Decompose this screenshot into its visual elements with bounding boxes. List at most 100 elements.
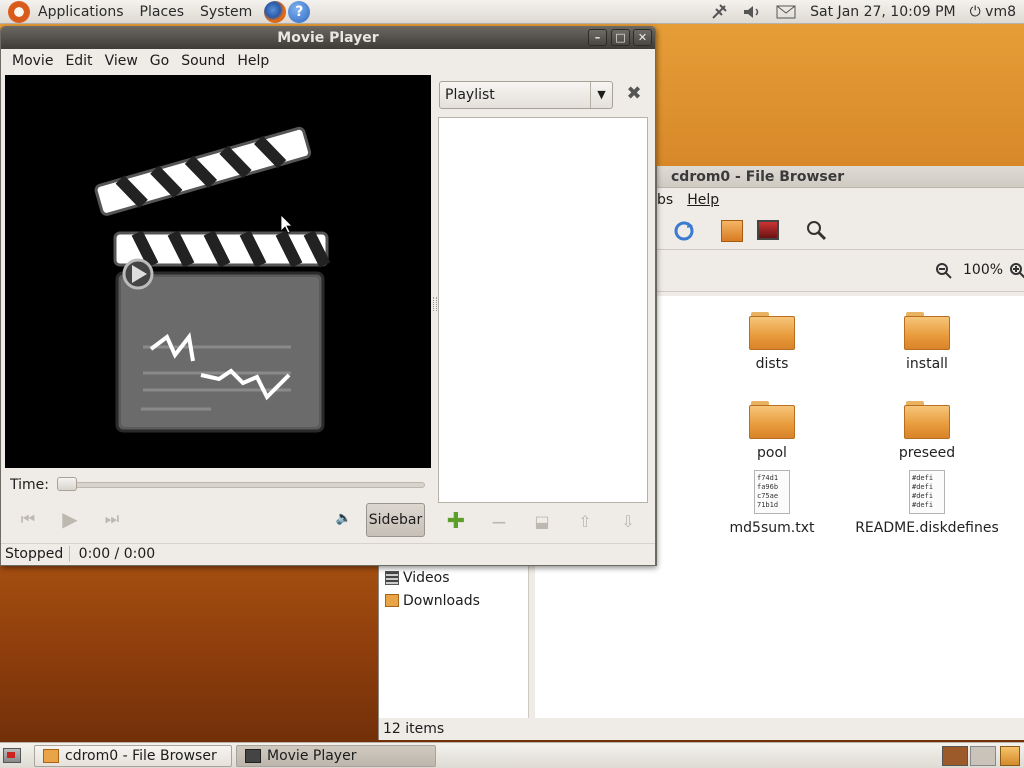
playlist-select-value: Playlist — [445, 87, 495, 103]
clapperboard-icon — [245, 749, 261, 763]
file-browser-menubar: bs Help — [657, 188, 1024, 212]
task-label: Movie Player — [267, 748, 357, 764]
playlist-list[interactable] — [438, 117, 648, 503]
places-sidebar: Videos Downloads — [379, 566, 529, 718]
zoom-in-icon[interactable] — [1009, 262, 1024, 280]
video-area[interactable] — [5, 75, 431, 468]
computer-icon[interactable] — [757, 220, 779, 240]
seek-bar[interactable] — [57, 482, 425, 488]
playback-status: Stopped — [1, 546, 71, 562]
downloads-folder-icon — [385, 594, 399, 607]
file-browser-lower: Videos Downloads 12 items — [378, 566, 1024, 740]
search-icon[interactable] — [805, 219, 827, 241]
menu-sound[interactable]: Sound — [175, 53, 231, 69]
seek-handle[interactable] — [57, 477, 77, 491]
time-label: Time: — [10, 477, 49, 493]
status-bar: Stopped 0:00 / 0:00 — [1, 543, 655, 565]
system-menu[interactable]: System — [192, 0, 260, 24]
clock[interactable]: Sat Jan 27, 10:09 PM — [810, 4, 955, 20]
task-file-browser[interactable]: cdrom0 - File Browser — [34, 745, 232, 767]
menu-tabs-partial[interactable]: bs — [657, 188, 687, 212]
folder-icon — [749, 312, 795, 350]
pane-handle[interactable] — [433, 297, 437, 311]
menu-help[interactable]: Help — [687, 188, 719, 212]
mouse-cursor-icon — [280, 214, 293, 234]
save-icon[interactable]: ⬓ — [529, 511, 555, 533]
volume-icon[interactable]: 🔈 — [331, 508, 357, 530]
ubuntu-logo-icon[interactable] — [8, 0, 30, 23]
file-md5sum[interactable]: f74d1 fa96b c75ae 71b1d md5sum.txt — [717, 470, 827, 536]
menu-movie[interactable]: Movie — [6, 53, 59, 69]
trash-icon[interactable] — [1000, 746, 1020, 766]
sidebar-button[interactable]: Sidebar — [366, 503, 425, 537]
menu-edit[interactable]: Edit — [59, 53, 98, 69]
mail-icon[interactable] — [776, 4, 796, 20]
movie-player-titlebar[interactable]: Movie Player – □ ✕ — [1, 27, 655, 49]
show-desktop-icon-detail — [7, 752, 15, 758]
user-menu[interactable]: ⏻ vm8 — [970, 4, 1016, 20]
folder-preseed[interactable]: preseed — [882, 401, 972, 461]
file-readme-diskdefines[interactable]: #defi #defi #defi #defi README.diskdefin… — [853, 470, 1001, 536]
file-label: pool — [757, 445, 787, 461]
next-icon[interactable]: ⏭ — [99, 508, 125, 530]
top-panel: Applications Places System ? Sat Jan 27,… — [0, 0, 1024, 24]
file-label: README.diskdefines — [855, 520, 999, 536]
movie-player-menubar: Movie Edit View Go Sound Help — [1, 49, 655, 73]
user-name: vm8 — [985, 3, 1016, 20]
home-icon[interactable] — [721, 220, 743, 242]
time-readout: 0:00 / 0:00 — [78, 546, 156, 562]
firefox-icon[interactable] — [264, 0, 287, 23]
power-icon: ⏻ — [969, 3, 981, 20]
chevron-down-icon: ▼ — [590, 82, 612, 108]
workspace-2[interactable] — [970, 746, 996, 766]
task-movie-player[interactable]: Movie Player — [236, 745, 436, 767]
move-down-icon[interactable]: ⇩ — [615, 511, 641, 533]
close-sidebar-icon[interactable]: ✖ — [623, 81, 645, 107]
places-menu[interactable]: Places — [132, 0, 193, 24]
reload-icon[interactable] — [673, 220, 695, 242]
playlist-select[interactable]: Playlist ▼ — [439, 81, 613, 109]
move-up-icon[interactable]: ⇧ — [572, 511, 598, 533]
sidebar-item-downloads[interactable]: Downloads — [379, 589, 528, 612]
file-view-lower — [535, 566, 1024, 718]
show-desktop-icon[interactable] — [3, 748, 21, 763]
workspace-1[interactable] — [942, 746, 968, 766]
remove-icon[interactable]: − — [486, 511, 512, 533]
close-button[interactable]: ✕ — [633, 29, 652, 46]
movie-player-window: Movie Player – □ ✕ Movie Edit View Go So… — [0, 26, 656, 566]
minimize-button[interactable]: – — [588, 29, 607, 46]
file-label: md5sum.txt — [729, 520, 815, 536]
network-icon[interactable] — [710, 3, 728, 21]
folder-icon — [749, 401, 795, 439]
file-browser-toolbar — [657, 212, 1024, 250]
menu-go[interactable]: Go — [144, 53, 175, 69]
add-icon[interactable]: ✚ — [443, 511, 469, 533]
folder-pool[interactable]: pool — [727, 401, 817, 461]
folder-install[interactable]: install — [882, 312, 972, 372]
folder-icon — [904, 312, 950, 350]
file-label: install — [906, 356, 948, 372]
sidebar-item-videos[interactable]: Videos — [379, 566, 528, 589]
text-file-icon: f74d1 fa96b c75ae 71b1d — [754, 470, 790, 514]
previous-icon[interactable]: ⏮ — [15, 508, 41, 530]
folder-icon — [904, 401, 950, 439]
folder-icon — [43, 749, 59, 763]
play-icon[interactable]: ▶ — [57, 508, 83, 530]
zoom-level: 100% — [963, 262, 1004, 278]
maximize-button[interactable]: □ — [611, 29, 630, 46]
applications-menu[interactable]: Applications — [30, 0, 132, 24]
file-label: dists — [755, 356, 789, 372]
folder-dists[interactable]: dists — [727, 312, 817, 372]
file-label: preseed — [898, 445, 956, 461]
text-file-icon: #defi #defi #defi #defi — [909, 470, 945, 514]
menu-help[interactable]: Help — [231, 53, 275, 69]
file-browser-status: 12 items — [383, 721, 445, 737]
menu-view[interactable]: View — [99, 53, 144, 69]
volume-icon[interactable] — [742, 3, 762, 21]
videos-icon — [385, 570, 399, 585]
zoom-out-icon[interactable] — [935, 262, 953, 280]
clapperboard-icon — [94, 126, 331, 433]
sidebar-label: Downloads — [403, 592, 480, 609]
help-icon[interactable]: ? — [288, 0, 311, 23]
location-bar: 100% — [657, 250, 1024, 292]
